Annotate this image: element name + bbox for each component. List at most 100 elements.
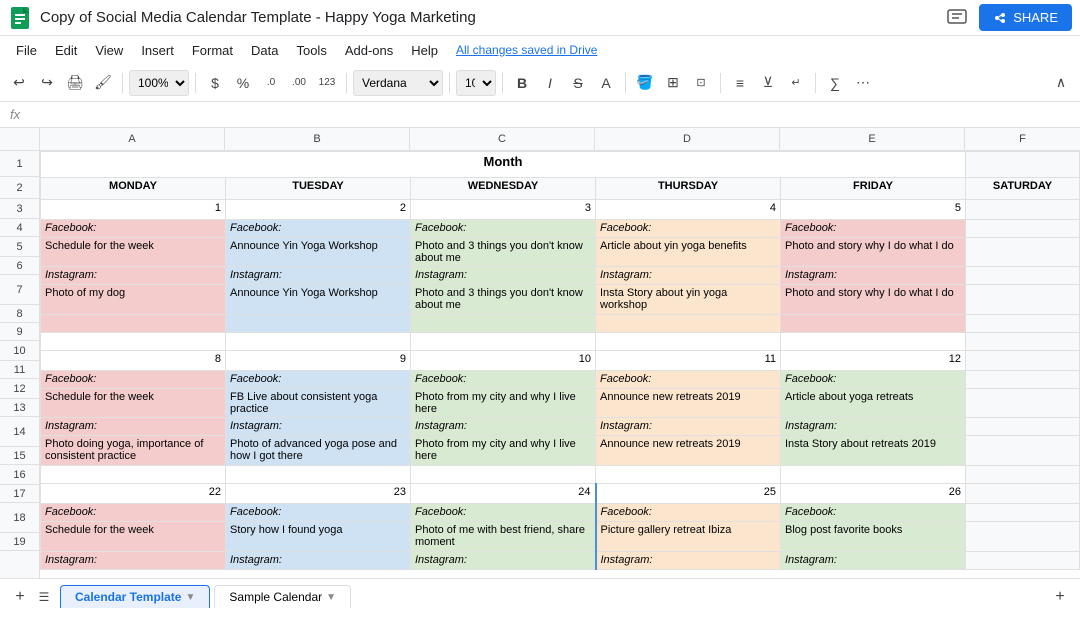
row-num-19: 19: [0, 533, 39, 551]
fontsize-select[interactable]: 10: [456, 70, 496, 96]
sheets-list-button[interactable]: ☰: [32, 585, 56, 609]
menu-data[interactable]: Data: [243, 41, 286, 60]
paint-button[interactable]: 🖌: [90, 70, 116, 96]
w1-sat-6: [966, 267, 1080, 285]
share-label: SHARE: [1013, 10, 1058, 25]
borders-button[interactable]: ⊞: [660, 70, 686, 96]
grid-table: Month MONDAY TUESDAY WEDNESDAY THURSDAY …: [40, 151, 1080, 570]
sep2: [195, 73, 196, 93]
row-numbers: 1 2 3 4 5 6 7 8 9 10 11 12 13 14 15 16 1…: [0, 151, 40, 578]
textwrap-button[interactable]: ↵: [783, 70, 809, 96]
decimal00-button[interactable]: .00: [286, 70, 312, 96]
percent-button[interactable]: %: [230, 70, 256, 96]
row-13: Instagram: Instagram: Instagram: Instagr…: [41, 418, 1080, 436]
row-num-16: 16: [0, 465, 39, 485]
add-sheet-right-button[interactable]: +: [1048, 585, 1072, 609]
format123-button[interactable]: 123: [314, 70, 340, 96]
w1-wed-fb-label: Facebook:: [411, 220, 596, 238]
w1-thu-fb-label: Facebook:: [596, 220, 781, 238]
align-button[interactable]: ≡: [727, 70, 753, 96]
sep8: [815, 73, 816, 93]
menu-file[interactable]: File: [8, 41, 45, 60]
font-select[interactable]: Verdana: [353, 70, 443, 96]
row-5: Schedule for the week Announce Yin Yoga …: [41, 238, 1080, 267]
formula-button[interactable]: ∑: [822, 70, 848, 96]
header-monday: MONDAY: [41, 178, 226, 200]
r9-f: [966, 333, 1080, 351]
row-num-17: 17: [0, 485, 39, 503]
valign-button[interactable]: ⊻: [755, 70, 781, 96]
currency-button[interactable]: $: [202, 70, 228, 96]
sep4: [449, 73, 450, 93]
textcolor-button[interactable]: A: [593, 70, 619, 96]
file-title: Copy of Social Media Calendar Template -…: [40, 9, 943, 26]
w2-tue-fb-label: Facebook:: [226, 371, 411, 389]
w1-tue-fb-val: Announce Yin Yoga Workshop: [226, 238, 411, 267]
more-button[interactable]: ⋯: [850, 70, 876, 96]
w1-tue-fb-label: Facebook:: [226, 220, 411, 238]
formula-bar: fx: [0, 102, 1080, 128]
collapse-button[interactable]: ∧: [1048, 70, 1074, 96]
row-num-5: 5: [0, 237, 39, 257]
w3-sat-18: [966, 522, 1080, 552]
undo-button[interactable]: ↩: [6, 70, 32, 96]
fillcolor-button[interactable]: 🪣: [632, 70, 658, 96]
w3-tue-fb-label: Facebook:: [226, 504, 411, 522]
w1-mon-fb-label: Facebook:: [41, 220, 226, 238]
tab-calendar-arrow: ▼: [185, 592, 195, 603]
w3-mon-num: 22: [41, 484, 226, 504]
w3-tue-ig-label: Instagram:: [226, 552, 411, 570]
row-num-11: 11: [0, 361, 39, 379]
w3-mon-ig-label: Instagram:: [41, 552, 226, 570]
zoom-select[interactable]: 100%: [129, 70, 189, 96]
header-tuesday: TUESDAY: [226, 178, 411, 200]
menu-help[interactable]: Help: [403, 41, 446, 60]
w3-mon-fb-val: Schedule for the week: [41, 522, 226, 552]
col-header-b: B: [225, 128, 410, 150]
share-button[interactable]: SHARE: [979, 4, 1072, 31]
row1-sat: [966, 152, 1080, 178]
bold-button[interactable]: B: [509, 70, 535, 96]
row-17: Facebook: Facebook: Facebook: Facebook: …: [41, 504, 1080, 522]
w3-wed-fb-val: Photo of me with best friend, share mome…: [411, 522, 596, 552]
w2-fri-ig-label: Instagram:: [781, 418, 966, 436]
menu-edit[interactable]: Edit: [47, 41, 85, 60]
menu-addons[interactable]: Add-ons: [337, 41, 401, 60]
menu-format[interactable]: Format: [184, 41, 241, 60]
comment-icon[interactable]: [943, 4, 971, 32]
merge-button[interactable]: ⊡: [688, 70, 714, 96]
w2-wed-num: 10: [411, 351, 596, 371]
italic-button[interactable]: I: [537, 70, 563, 96]
r15-e: [781, 466, 966, 484]
w2-sat-10: [966, 351, 1080, 371]
w3-thu-ig-label: Instagram:: [596, 552, 781, 570]
tab-sample-calendar-label: Sample Calendar: [229, 590, 322, 604]
col-headers: A B C D E F: [0, 128, 1080, 151]
w3-thu-num: 25: [596, 484, 781, 504]
w2-mon-ig-label: Instagram:: [41, 418, 226, 436]
tab-calendar-template[interactable]: Calendar Template ▼: [60, 585, 210, 608]
w1-tue-ig-label: Instagram:: [226, 267, 411, 285]
w1-fri-ig-val: Photo and story why I do what I do: [781, 285, 966, 315]
row-12: Schedule for the week FB Live about cons…: [41, 389, 1080, 418]
tab-sample-calendar[interactable]: Sample Calendar ▼: [214, 585, 351, 608]
w2-sat-13: [966, 418, 1080, 436]
add-sheet-button[interactable]: +: [8, 585, 32, 609]
menu-view[interactable]: View: [87, 41, 131, 60]
row-7: Photo of my dog Announce Yin Yoga Worksh…: [41, 285, 1080, 315]
w2-fri-fb-val: Article about yoga retreats: [781, 389, 966, 418]
menu-tools[interactable]: Tools: [288, 41, 334, 60]
menu-insert[interactable]: Insert: [133, 41, 182, 60]
r9-e: [781, 333, 966, 351]
redo-button[interactable]: ↪: [34, 70, 60, 96]
decimal0-button[interactable]: .0: [258, 70, 284, 96]
row-num-6: 6: [0, 257, 39, 275]
w3-sat-16: [966, 484, 1080, 504]
w2-tue-ig-label: Instagram:: [226, 418, 411, 436]
print-button[interactable]: 🖨: [62, 70, 88, 96]
r15-a: [41, 466, 226, 484]
strikethrough-button[interactable]: S: [565, 70, 591, 96]
w2-thu-fb-label: Facebook:: [596, 371, 781, 389]
header-thursday: THURSDAY: [596, 178, 781, 200]
w1-wed-ig-label: Instagram:: [411, 267, 596, 285]
